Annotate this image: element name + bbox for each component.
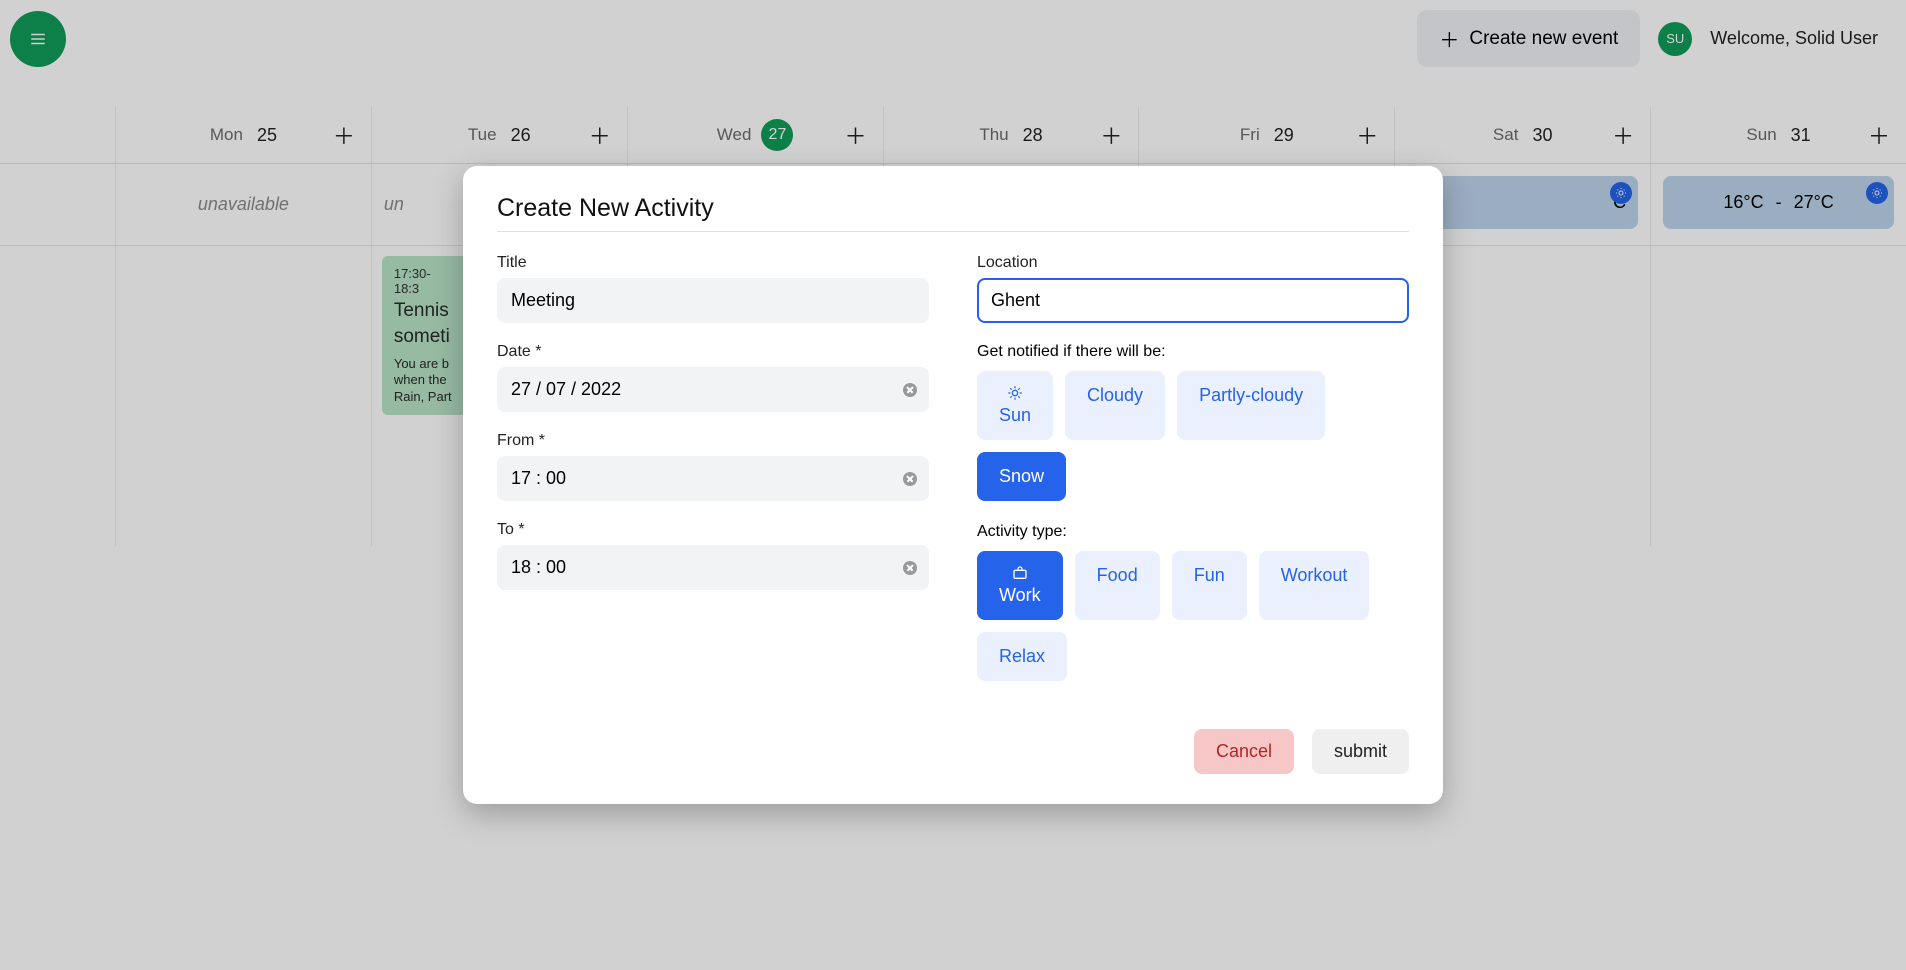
type-label: Activity type:	[977, 523, 1409, 541]
briefcase-icon	[1012, 565, 1028, 581]
submit-button[interactable]: submit	[1312, 729, 1409, 774]
modal-title: Create New Activity	[497, 194, 1409, 232]
notify-snow[interactable]: Snow	[977, 452, 1066, 501]
sun-icon	[1007, 385, 1023, 401]
location-label: Location	[977, 254, 1409, 272]
chip-label: Food	[1097, 565, 1138, 586]
type-workout[interactable]: Workout	[1259, 551, 1370, 620]
location-input[interactable]	[977, 278, 1409, 323]
to-label: To *	[497, 521, 929, 539]
notify-cloudy[interactable]: Cloudy	[1065, 371, 1165, 440]
cancel-button[interactable]: Cancel	[1194, 729, 1294, 774]
create-activity-modal: Create New Activity Title Date * From *	[463, 166, 1443, 804]
type-relax[interactable]: Relax	[977, 632, 1067, 681]
type-options: Work Food Fun Workout Relax	[977, 551, 1409, 681]
chip-label: Partly-cloudy	[1199, 385, 1303, 406]
from-input[interactable]	[497, 456, 929, 501]
clear-date-icon[interactable]	[903, 383, 917, 397]
clear-from-icon[interactable]	[903, 472, 917, 486]
notify-sun[interactable]: Sun	[977, 371, 1053, 440]
from-label: From *	[497, 432, 929, 450]
type-fun[interactable]: Fun	[1172, 551, 1247, 620]
chip-label: Cloudy	[1087, 385, 1143, 406]
title-label: Title	[497, 254, 929, 272]
date-input[interactable]	[497, 367, 929, 412]
date-label: Date *	[497, 343, 929, 361]
chip-label: Sun	[999, 405, 1031, 426]
chip-label: Work	[999, 585, 1041, 606]
type-food[interactable]: Food	[1075, 551, 1160, 620]
notify-label: Get notified if there will be:	[977, 343, 1409, 361]
chip-label: Workout	[1281, 565, 1348, 586]
chip-label: Snow	[999, 466, 1044, 487]
chip-label: Fun	[1194, 565, 1225, 586]
notify-partly-cloudy[interactable]: Partly-cloudy	[1177, 371, 1325, 440]
title-input[interactable]	[497, 278, 929, 323]
clear-to-icon[interactable]	[903, 561, 917, 575]
chip-label: Relax	[999, 646, 1045, 667]
to-input[interactable]	[497, 545, 929, 590]
notify-options: Sun Cloudy Partly-cloudy Snow	[977, 371, 1409, 501]
type-work[interactable]: Work	[977, 551, 1063, 620]
